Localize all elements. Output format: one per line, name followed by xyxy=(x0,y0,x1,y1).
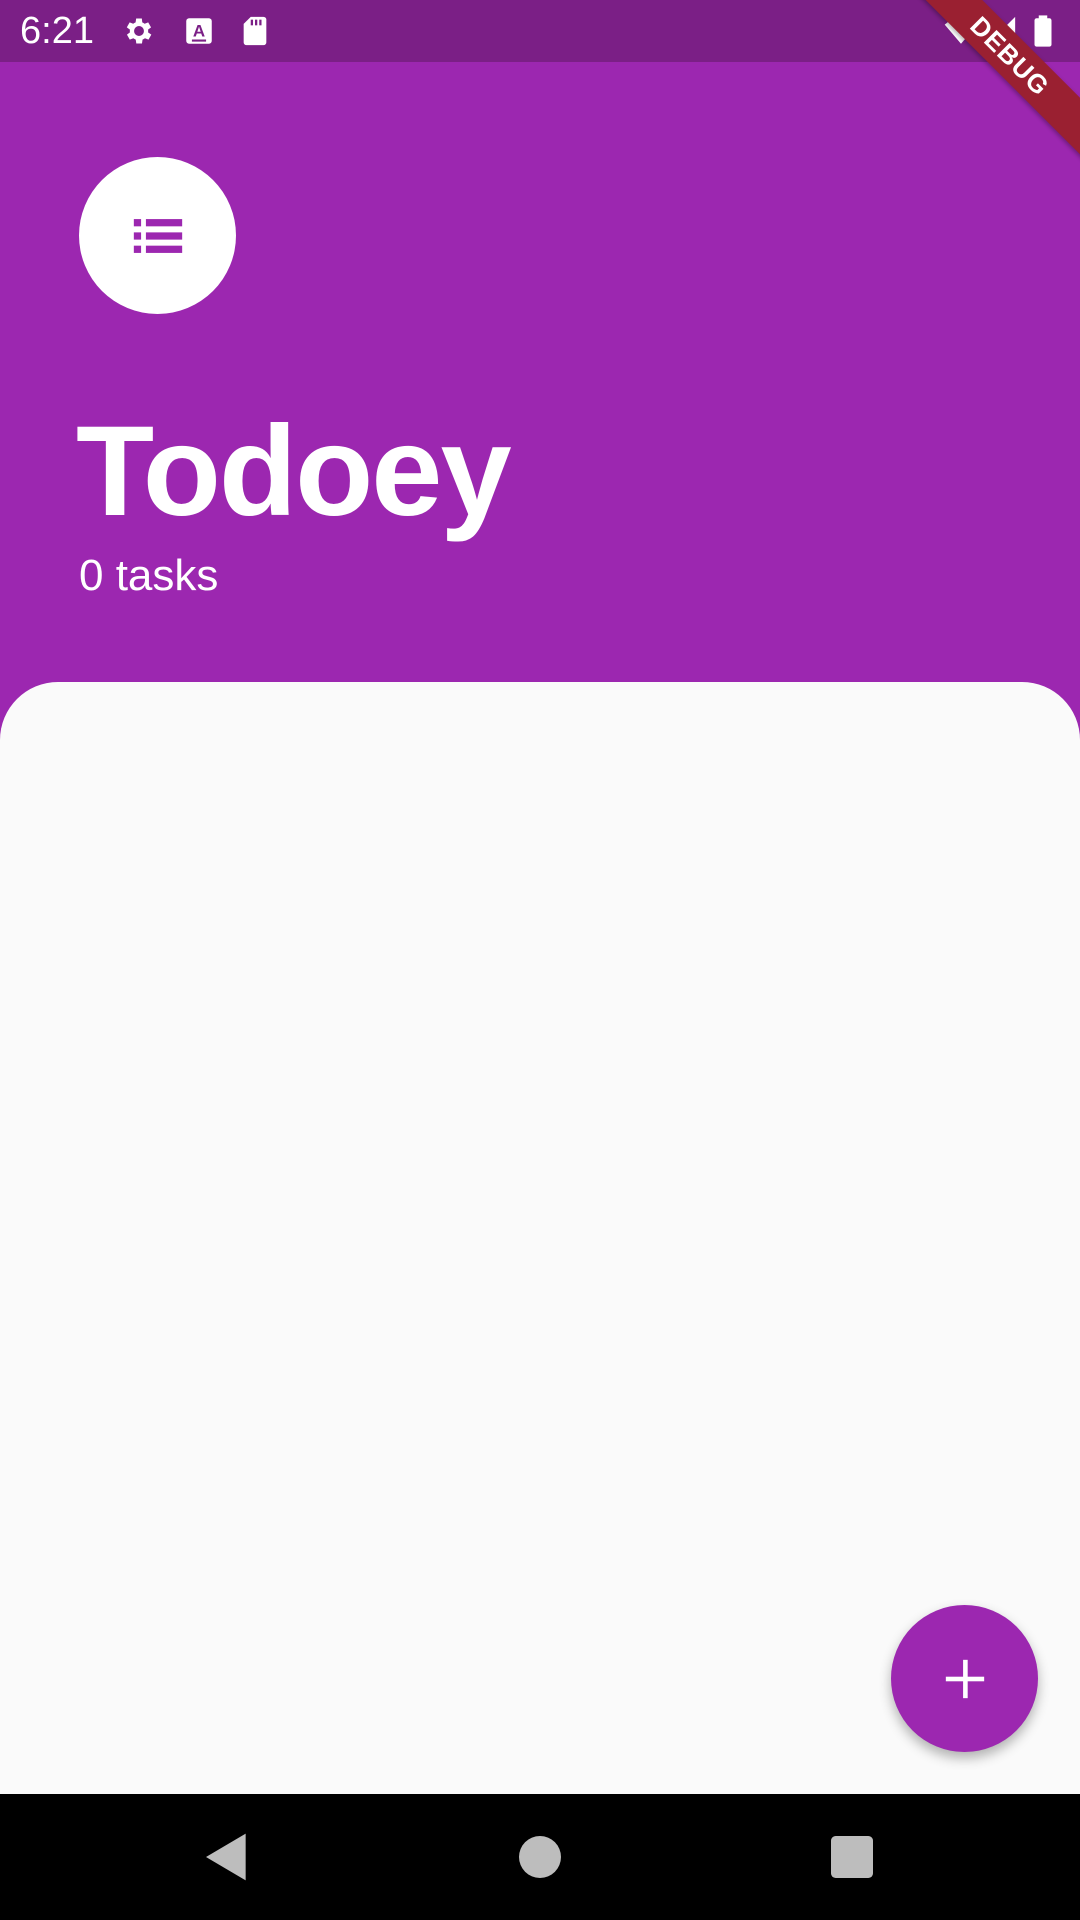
home-button[interactable] xyxy=(512,1829,568,1885)
header: Todoey 0 tasks xyxy=(0,62,1080,682)
keyboard-a-icon: A xyxy=(182,14,216,48)
status-bar: 6:21 A xyxy=(0,0,1080,62)
back-button[interactable] xyxy=(199,1829,255,1885)
recents-square-icon xyxy=(831,1836,873,1878)
app-screen: 6:21 A DEBUG Todoey 0 tasks xyxy=(0,0,1080,1920)
system-nav-bar xyxy=(0,1794,1080,1920)
settings-gear-icon xyxy=(122,14,156,48)
list-avatar xyxy=(79,157,236,314)
list-icon xyxy=(133,219,183,253)
back-triangle-icon xyxy=(206,1833,246,1881)
add-task-button[interactable] xyxy=(891,1605,1038,1752)
svg-text:A: A xyxy=(193,22,205,41)
add-icon xyxy=(945,1659,985,1699)
recents-button[interactable] xyxy=(824,1829,880,1885)
home-circle-icon xyxy=(519,1836,561,1878)
battery-icon xyxy=(1030,14,1056,48)
status-time: 6:21 xyxy=(20,10,94,52)
sd-card-icon xyxy=(238,14,272,48)
app-title: Todoey xyxy=(76,400,512,543)
task-count: 0 tasks xyxy=(79,551,219,600)
